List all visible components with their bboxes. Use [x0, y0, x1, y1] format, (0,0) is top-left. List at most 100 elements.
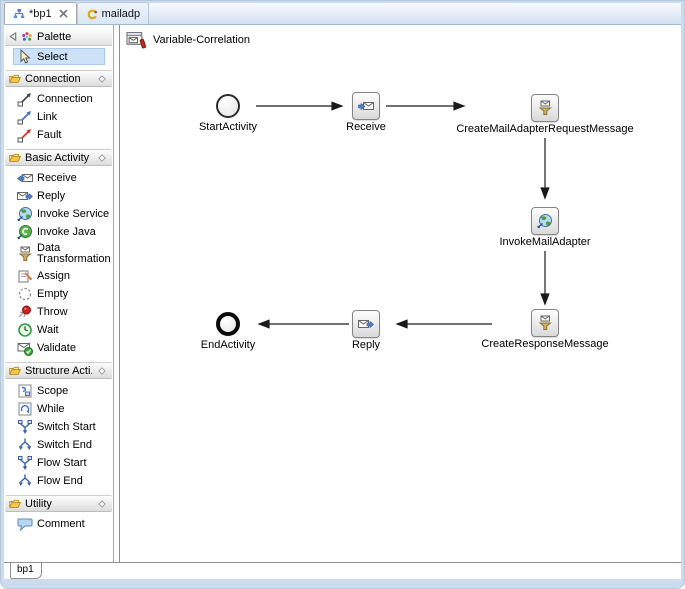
tool-comment-label: Comment	[37, 519, 85, 530]
collapse-palette-icon[interactable]	[9, 32, 17, 41]
folder-icon	[9, 498, 21, 510]
fault-arrow-icon	[17, 127, 33, 143]
tool-flow-end[interactable]: Flow End	[4, 472, 113, 490]
tool-assign[interactable]: Assign	[4, 267, 113, 285]
tab-mailadp[interactable]: mailadp	[77, 2, 150, 24]
editor-body: Palette Select Connection Connection Lin…	[4, 25, 681, 562]
palette-icon	[21, 31, 33, 43]
tool-fault-label: Fault	[37, 130, 61, 141]
pin-drawer-icon[interactable]	[96, 73, 108, 85]
branch-end-icon	[17, 473, 33, 489]
tool-while[interactable]: While	[4, 400, 113, 418]
tool-scope-label: Scope	[37, 386, 68, 397]
tool-validate[interactable]: Validate	[4, 339, 113, 357]
adapter-icon	[86, 8, 98, 20]
tool-flow-start-label: Flow Start	[37, 458, 87, 469]
page-tab-bp1[interactable]: bp1	[10, 563, 42, 579]
node-start-activity[interactable]	[216, 94, 240, 118]
tool-reply[interactable]: Reply	[4, 187, 113, 205]
pin-drawer-icon[interactable]	[96, 498, 108, 510]
link-arrow-icon	[17, 109, 33, 125]
drawer-utility[interactable]: Utility	[5, 495, 112, 512]
node-invoke-mail-adapter[interactable]	[531, 207, 559, 235]
tool-flow-end-label: Flow End	[37, 476, 83, 487]
drawer-utility-label: Utility	[25, 498, 92, 510]
tab-bp1-label: *bp1	[29, 8, 52, 20]
comment-bubble-icon	[17, 516, 33, 532]
tool-link-label: Link	[37, 112, 57, 123]
node-invoke-mail-adapter-label: InvokeMailAdapter	[445, 236, 645, 248]
tool-scope[interactable]: Scope	[4, 382, 113, 400]
node-receive-label: Receive	[266, 121, 466, 133]
page-tab-bp1-label: bp1	[17, 564, 34, 575]
tool-data-transformation-label: Data Transformation	[37, 243, 99, 265]
tool-switch-start-label: Switch Start	[37, 422, 96, 433]
branch-start-icon	[17, 455, 33, 471]
tool-select-label: Select	[37, 51, 68, 63]
start-event-icon	[216, 94, 240, 118]
application-window: *bp1 mailadp Palette Select Connection	[0, 0, 685, 589]
drawer-structure-activity[interactable]: Structure Acti...	[5, 362, 112, 379]
drawer-basic-activity-label: Basic Activity	[25, 152, 92, 164]
tool-fault[interactable]: Fault	[4, 126, 113, 144]
tool-select[interactable]: Select	[13, 48, 105, 65]
close-icon[interactable]	[59, 9, 68, 18]
tool-invoke-service[interactable]: Invoke Service	[4, 205, 113, 223]
select-pointer-icon	[17, 49, 33, 65]
editor-tab-bar: *bp1 mailadp	[4, 3, 681, 25]
invoke-service-globe-icon	[537, 213, 553, 229]
drawer-connection[interactable]: Connection	[5, 70, 112, 87]
tool-switch-end-label: Switch End	[37, 440, 92, 451]
variable-correlation-icon	[126, 30, 148, 49]
variable-correlation-button[interactable]: Variable-Correlation	[126, 30, 250, 49]
node-reply[interactable]	[352, 310, 380, 338]
tool-receive-label: Receive	[37, 173, 77, 184]
node-create-mail-adapter-request-message-label: CreateMailAdapterRequestMessage	[445, 123, 645, 135]
reply-envelope-icon	[358, 316, 374, 332]
tool-assign-label: Assign	[37, 271, 70, 282]
tool-invoke-java-label: Invoke Java	[37, 227, 96, 238]
node-receive[interactable]	[352, 92, 380, 120]
tool-link[interactable]: Link	[4, 108, 113, 126]
tool-switch-start[interactable]: Switch Start	[4, 418, 113, 436]
tool-connection[interactable]: Connection	[4, 90, 113, 108]
connection-arrow-icon	[17, 91, 33, 107]
branch-start-icon	[17, 419, 33, 435]
bpel-diagram-icon	[13, 8, 25, 20]
tab-bp1[interactable]: *bp1	[4, 2, 77, 24]
tool-wait[interactable]: Wait	[4, 321, 113, 339]
scope-icon	[17, 383, 33, 399]
node-end-activity[interactable]	[216, 312, 240, 336]
tool-switch-end[interactable]: Switch End	[4, 436, 113, 454]
end-event-icon	[216, 312, 240, 336]
wait-clock-icon	[17, 322, 33, 338]
data-transformation-funnel-icon	[17, 246, 33, 262]
tool-palette: Palette Select Connection Connection Lin…	[4, 25, 114, 562]
tool-invoke-java[interactable]: Invoke Java	[4, 223, 113, 241]
data-transformation-funnel-icon	[537, 100, 553, 116]
reply-envelope-icon	[17, 188, 33, 204]
tab-bar-filler	[149, 2, 681, 24]
diagram-canvas[interactable]: Variable-Correlation StartActivity	[119, 25, 681, 562]
receive-envelope-icon	[358, 98, 374, 114]
node-create-mail-adapter-request-message[interactable]	[531, 94, 559, 122]
tool-flow-start[interactable]: Flow Start	[4, 454, 113, 472]
tool-throw[interactable]: Throw	[4, 303, 113, 321]
pin-drawer-icon[interactable]	[96, 365, 108, 377]
tool-receive[interactable]: Receive	[4, 169, 113, 187]
palette-header[interactable]: Palette	[5, 28, 112, 46]
drawer-structure-activity-label: Structure Acti...	[25, 365, 92, 377]
tool-empty[interactable]: Empty	[4, 285, 113, 303]
tool-data-transformation[interactable]: Data Transformation	[4, 241, 113, 267]
palette-title: Palette	[37, 31, 71, 43]
branch-end-icon	[17, 437, 33, 453]
tool-throw-label: Throw	[37, 307, 68, 318]
receive-envelope-icon	[17, 170, 33, 186]
pin-drawer-icon[interactable]	[96, 152, 108, 164]
variable-correlation-label: Variable-Correlation	[153, 34, 250, 46]
node-create-response-message[interactable]	[531, 309, 559, 337]
page-tab-bar: bp1	[4, 562, 681, 579]
drawer-basic-activity[interactable]: Basic Activity	[5, 149, 112, 166]
tool-comment[interactable]: Comment	[4, 515, 113, 533]
folder-icon	[9, 73, 21, 85]
